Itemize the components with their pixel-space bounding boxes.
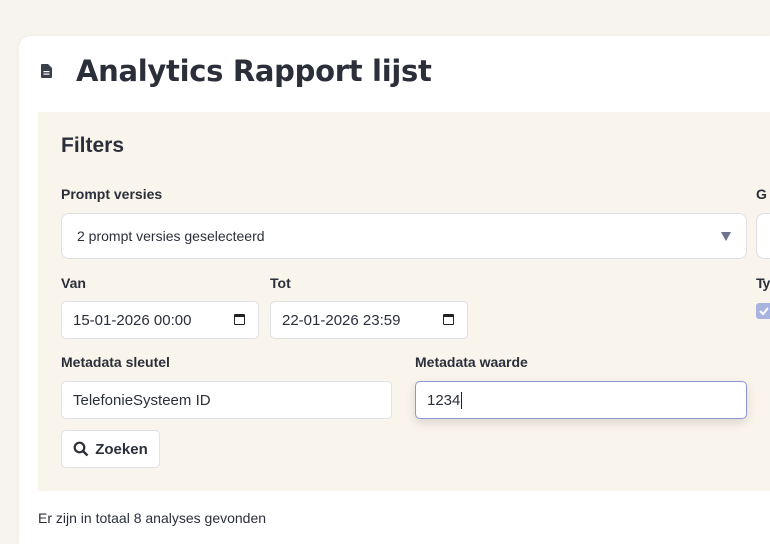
calendar-icon[interactable] xyxy=(234,314,245,325)
metadata-value-value: 1234 xyxy=(427,391,461,409)
check-icon xyxy=(759,307,769,316)
filters-panel: Filters Prompt versies 2 prompt versies … xyxy=(38,112,770,491)
metadata-key-label: Metadata sleutel xyxy=(61,354,170,370)
filters-heading: Filters xyxy=(61,134,125,157)
page-title: Analytics Rapport lijst xyxy=(76,54,432,88)
clipped-label: G xyxy=(756,186,767,202)
document-icon xyxy=(41,64,52,78)
caret-down-icon xyxy=(721,232,731,241)
search-button[interactable]: Zoeken xyxy=(61,430,160,468)
prompt-versions-select[interactable]: 2 prompt versies geselecteerd xyxy=(61,213,747,259)
prompt-versions-value: 2 prompt versies geselecteerd xyxy=(77,228,265,244)
header: Analytics Rapport lijst xyxy=(41,54,432,88)
metadata-value-label: Metadata waarde xyxy=(415,354,528,370)
to-label: Tot xyxy=(270,275,291,291)
results-summary: Er zijn in totaal 8 analyses gevonden xyxy=(38,510,267,526)
metadata-key-value: TelefonieSysteem ID xyxy=(73,391,211,409)
search-button-label: Zoeken xyxy=(95,440,148,458)
text-cursor xyxy=(461,391,463,409)
from-datetime-input[interactable]: 15-01-2026 00:00 xyxy=(61,301,259,339)
prompt-versions-label: Prompt versies xyxy=(61,186,163,202)
search-icon xyxy=(73,441,89,457)
to-value: 22-01-2026 23:59 xyxy=(282,311,401,329)
to-datetime-input[interactable]: 22-01-2026 23:59 xyxy=(270,301,468,339)
type-label: Ty xyxy=(756,275,770,291)
metadata-key-input[interactable]: TelefonieSysteem ID xyxy=(61,381,392,419)
from-label: Van xyxy=(61,275,86,291)
report-card: Analytics Rapport lijst Filters Prompt v… xyxy=(19,36,770,544)
clipped-select[interactable] xyxy=(756,213,770,259)
metadata-value-input[interactable]: 1234 xyxy=(415,381,747,419)
type-checkbox[interactable] xyxy=(756,303,770,319)
calendar-icon[interactable] xyxy=(443,314,454,325)
from-value: 15-01-2026 00:00 xyxy=(73,311,192,329)
